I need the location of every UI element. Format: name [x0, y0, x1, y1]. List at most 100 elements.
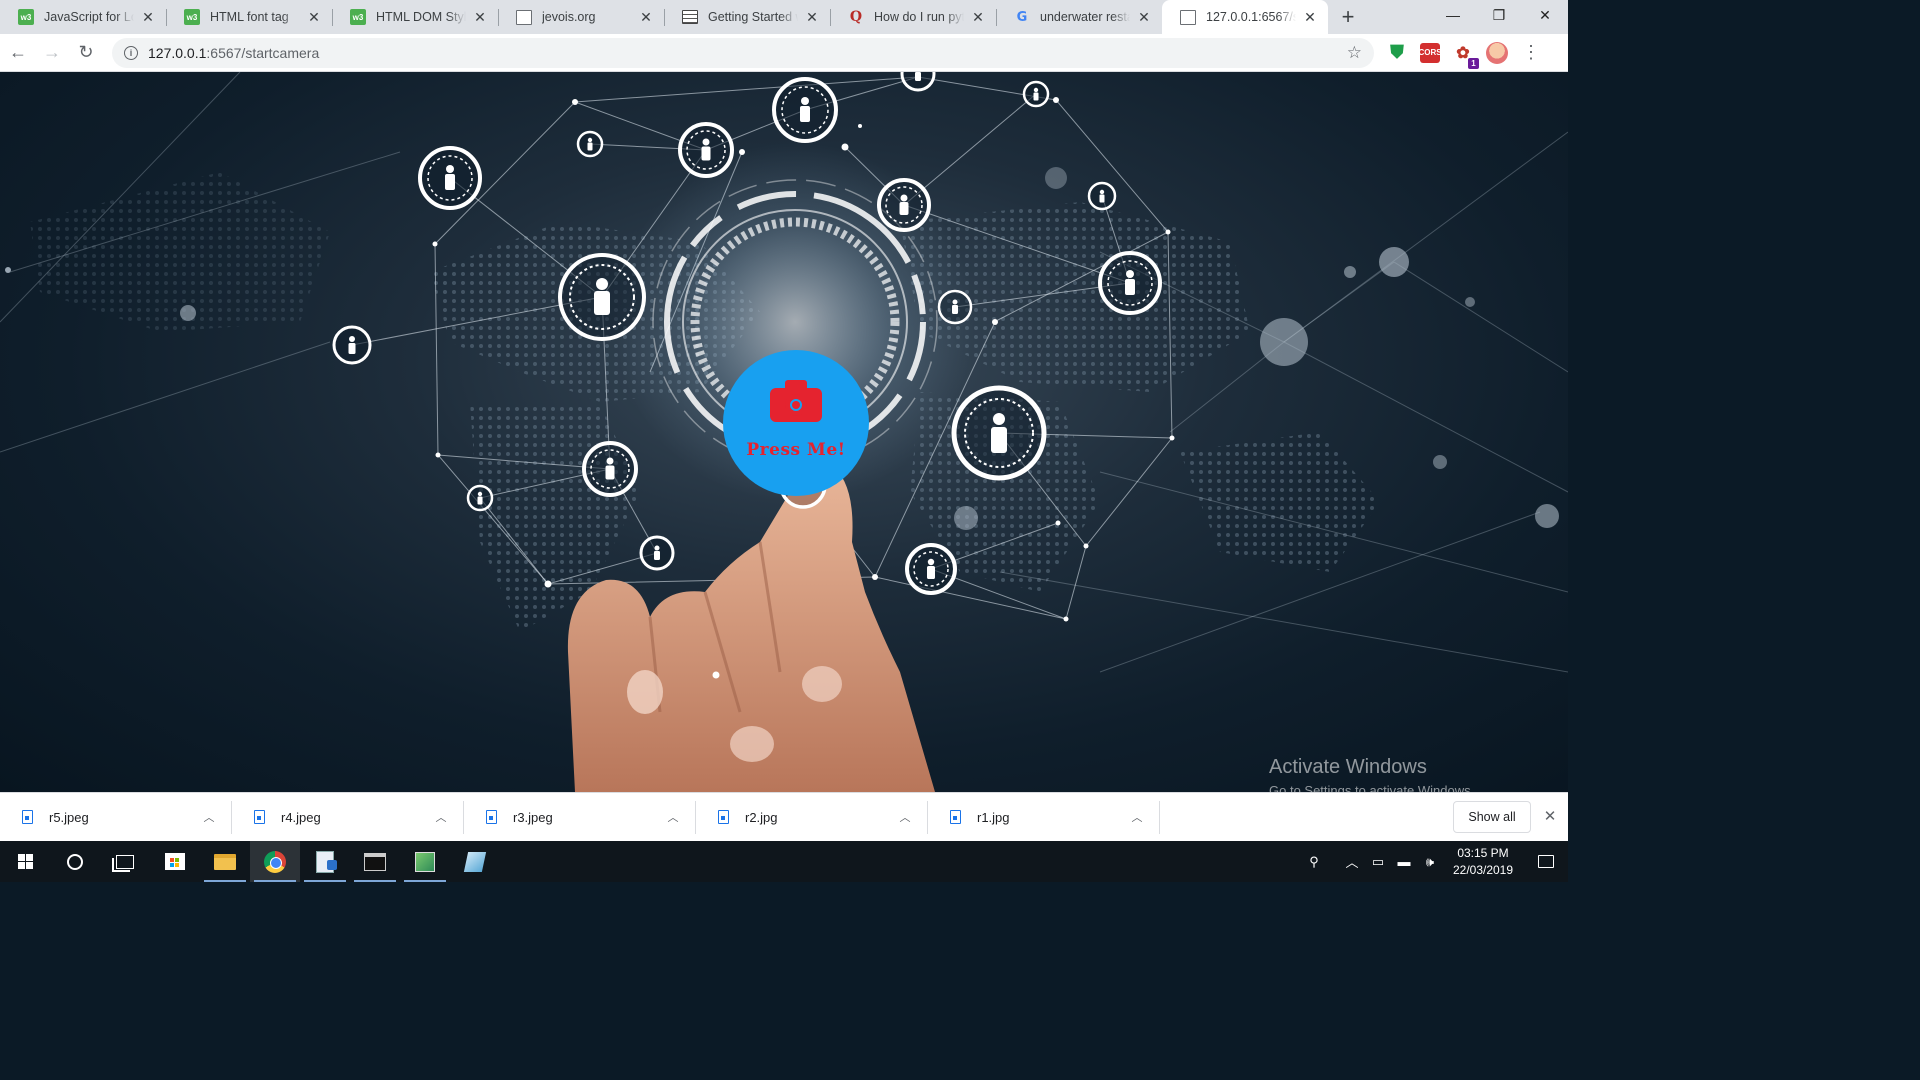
person-icon — [951, 385, 1047, 481]
tab-google-search[interactable]: G underwater restaura ✕ — [996, 0, 1162, 34]
store-icon — [165, 853, 185, 870]
w3schools-icon: w3 — [350, 9, 366, 25]
tab-getting-started[interactable]: Getting Started with ✕ — [664, 0, 830, 34]
restore-icon[interactable]: ❐ — [1476, 0, 1522, 30]
download-shelf: r5.jpeg ︿ r4.jpeg ︿ r3.jpeg ︿ r2.jpg ︿ r… — [0, 792, 1568, 841]
download-filename: r3.jpeg — [513, 809, 553, 825]
show-all-button[interactable]: Show all — [1453, 801, 1531, 833]
chevron-up-icon[interactable]: ︿ — [194, 809, 224, 825]
minimize-icon[interactable]: — — [1430, 0, 1476, 30]
chevron-up-icon[interactable]: ︿ — [658, 809, 688, 825]
task-view-button[interactable] — [100, 841, 150, 882]
tab-jevois[interactable]: jevois.org ✕ — [498, 0, 664, 34]
windows-taskbar: ⚲ ︿ ▭ ▬ 🕪 03:15 PM 22/03/2019 — [0, 841, 1568, 882]
press-me-button[interactable]: Press Me! — [723, 350, 869, 496]
windows-logo-icon — [17, 854, 33, 869]
search-icon — [67, 853, 83, 870]
file-explorer-button[interactable] — [200, 841, 250, 882]
image-file-icon — [486, 810, 497, 824]
download-item[interactable]: r4.jpeg ︿ — [232, 793, 464, 842]
volume-icon[interactable]: 🕪 — [1418, 841, 1442, 882]
chevron-up-icon[interactable]: ︿ — [426, 809, 456, 825]
address-bar[interactable]: i 127.0.0.1:6567/startcamera ☆ — [112, 37, 1374, 68]
task-view-icon — [116, 854, 134, 869]
menu-icon[interactable]: ⋮ — [1522, 42, 1540, 63]
tab-startcamera[interactable]: 127.0.0.1:6567/star ✕ — [1162, 0, 1328, 34]
page-viewport: Press Me! Activate Windows Go to Setting… — [0, 72, 1568, 792]
download-filename: r5.jpeg — [49, 809, 89, 825]
reload-button[interactable]: ↻ — [70, 37, 102, 69]
tab-html-font-tag[interactable]: w3 HTML font tag ✕ — [166, 0, 332, 34]
person-icon — [877, 178, 931, 232]
person-icon — [639, 535, 675, 571]
close-icon[interactable]: ✕ — [638, 9, 654, 26]
close-icon[interactable]: ✕ — [1302, 9, 1318, 26]
bookmark-star-icon[interactable]: ☆ — [1347, 43, 1362, 63]
press-me-label: Press Me! — [746, 440, 846, 460]
battery-icon[interactable]: ▬ — [1392, 841, 1416, 882]
download-filename: r2.jpg — [745, 809, 778, 825]
download-item[interactable]: r3.jpeg ︿ — [464, 793, 696, 842]
people-icon[interactable]: ⚲ — [1302, 841, 1326, 882]
chevron-up-icon[interactable]: ︿ — [1122, 809, 1152, 825]
watermark-subtitle: Go to Settings to activate Windows. — [1269, 783, 1475, 792]
tab-quora[interactable]: Q How do I run python ✕ — [830, 0, 996, 34]
tab-title: Getting Started with — [708, 10, 798, 24]
tab-title: JavaScript for Loop — [44, 10, 134, 24]
cortana-search-button[interactable] — [50, 841, 100, 882]
book-icon — [682, 10, 698, 24]
avatar-icon[interactable] — [1486, 41, 1508, 64]
network-icon[interactable]: ▭ — [1366, 841, 1390, 882]
download-item[interactable]: r5.jpeg ︿ — [0, 793, 232, 842]
document-app-icon — [316, 850, 337, 873]
clock-time: 03:15 PM — [1457, 845, 1509, 860]
close-icon[interactable]: ✕ — [1540, 807, 1560, 827]
document-app-button[interactable] — [300, 841, 350, 882]
close-icon[interactable]: ✕ — [306, 9, 322, 26]
shield-icon[interactable]: ⛊ — [1387, 42, 1407, 63]
person-icon — [1098, 251, 1162, 315]
file-explorer-icon — [214, 853, 236, 870]
chevron-up-icon[interactable]: ︿ — [1340, 841, 1364, 882]
tab-strip: w3 JavaScript for Loop ✕ w3 HTML font ta… — [0, 0, 1568, 34]
bug-icon[interactable]: ✿ 1 — [1453, 43, 1479, 69]
store-button[interactable] — [150, 841, 200, 882]
close-icon[interactable]: ✕ — [1136, 9, 1152, 26]
chrome-icon — [264, 850, 286, 873]
person-icon — [558, 253, 646, 341]
back-button[interactable]: ← — [2, 37, 34, 69]
new-tab-button[interactable]: + — [1328, 0, 1368, 34]
chevron-up-icon[interactable]: ︿ — [890, 809, 920, 825]
crystal-app-button[interactable] — [450, 841, 500, 882]
close-icon[interactable]: ✕ — [472, 9, 488, 26]
tab-html-dom-style[interactable]: w3 HTML DOM Style bac ✕ — [332, 0, 498, 34]
image-file-icon — [22, 810, 33, 824]
clock[interactable]: 03:15 PM 22/03/2019 — [1442, 845, 1524, 879]
start-button[interactable] — [0, 841, 50, 882]
chrome-button[interactable] — [250, 841, 300, 882]
camera-icon — [770, 380, 822, 422]
forward-button[interactable]: → — [36, 37, 68, 69]
page-icon — [1180, 9, 1196, 25]
terminal-button[interactable] — [350, 841, 400, 882]
image-file-icon — [254, 810, 265, 824]
w3schools-icon: w3 — [184, 9, 200, 25]
close-icon[interactable]: ✕ — [804, 9, 820, 26]
cors-icon[interactable]: CORS — [1418, 42, 1442, 63]
person-icon — [937, 289, 973, 325]
tab-title: 127.0.0.1:6567/star — [1206, 10, 1296, 24]
image-app-button[interactable] — [400, 841, 450, 882]
person-icon — [332, 325, 372, 365]
image-file-icon — [950, 810, 961, 824]
url-host: 127.0.0.1 — [148, 44, 207, 61]
download-item[interactable]: r1.jpg ︿ — [928, 793, 1160, 842]
person-icon — [900, 72, 936, 92]
tab-javascript-for-loop[interactable]: w3 JavaScript for Loop ✕ — [0, 0, 166, 34]
notifications-button[interactable] — [1524, 841, 1568, 882]
close-icon[interactable]: ✕ — [140, 9, 156, 26]
window-close-icon[interactable]: ✕ — [1522, 0, 1568, 30]
close-icon[interactable]: ✕ — [970, 9, 986, 26]
download-item[interactable]: r2.jpg ︿ — [696, 793, 928, 842]
google-icon: G — [1016, 9, 1028, 25]
site-info-icon[interactable]: i — [124, 45, 138, 60]
